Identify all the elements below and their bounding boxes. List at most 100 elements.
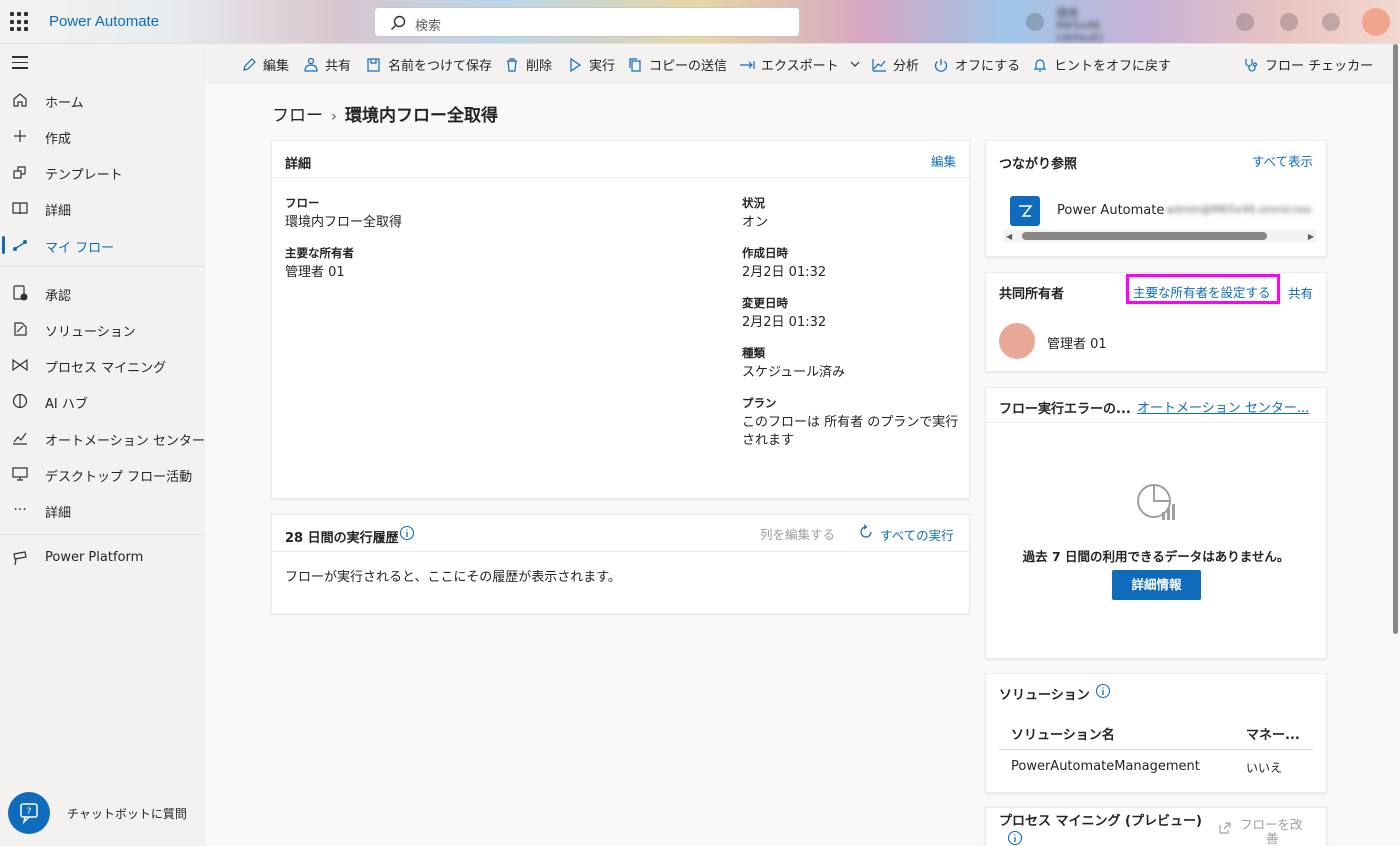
learn-more-button[interactable]: 詳細情報 (1112, 570, 1201, 600)
sidebar-item-power-platform[interactable]: Power Platform (0, 541, 205, 575)
connections-title: つながり参照 (999, 157, 1078, 172)
environment-picker[interactable]: 環境 M65x46 (default) (1056, 8, 1146, 44)
sidebar-item-home[interactable]: ホーム (0, 83, 205, 117)
connection-name[interactable]: Power Automate (1057, 203, 1164, 218)
solution-row-name[interactable]: PowerAutomateManagement (1011, 759, 1200, 774)
pencil-icon (241, 57, 257, 73)
sidebar-item-label: AI ハブ (45, 397, 88, 412)
user-avatar[interactable] (1362, 8, 1390, 36)
type-value: スケジュール済み (742, 365, 846, 380)
automation-center-link[interactable]: オートメーション センター... (1137, 397, 1309, 416)
sidebar-item-label: 作成 (45, 132, 72, 147)
chatbot-button[interactable]: ? (8, 792, 50, 834)
sidebar-item-approvals[interactable]: 承認 (0, 276, 205, 310)
co-owners-share-link[interactable]: 共有 (1288, 283, 1313, 302)
edit-columns-button[interactable]: 列を編集する (760, 524, 835, 543)
sidebar-divider (0, 266, 205, 267)
info-icon[interactable] (399, 525, 415, 545)
sidebar-item-learn[interactable]: 詳細 (0, 191, 205, 225)
export-button-label: エクスポート (761, 59, 839, 74)
hints-button[interactable]: ヒントをオフに戻す (1032, 55, 1171, 74)
column-header-managed[interactable]: マネー... (1246, 724, 1300, 743)
chatbot-label: チャットボットに質問 (67, 807, 187, 821)
more-icon: ··· (13, 502, 27, 518)
created-label: 作成日時 (742, 246, 788, 260)
sidebar-item-more[interactable]: ··· 詳細 (0, 493, 205, 527)
ai-hub-icon (11, 392, 29, 410)
copy-icon (627, 57, 643, 73)
stethoscope-icon (1243, 57, 1259, 73)
scroll-right-icon[interactable]: ▶ (1308, 232, 1314, 241)
turn-off-button[interactable]: オフにする (933, 55, 1020, 74)
edit-button-label: 編集 (263, 59, 290, 74)
analytics-button[interactable]: 分析 (871, 55, 919, 74)
app-title[interactable]: Power Automate (49, 13, 159, 30)
sidebar-item-my-flows[interactable]: マイ フロー (0, 228, 205, 262)
hamburger-menu-icon[interactable] (12, 56, 28, 70)
flow-value: 環境内フロー全取得 (285, 215, 403, 230)
analytics-icon (871, 57, 887, 73)
search-icon (389, 14, 407, 32)
app-launcher-icon[interactable] (10, 12, 30, 32)
run-button-label: 実行 (589, 59, 616, 74)
delete-button[interactable]: 削除 (504, 55, 552, 74)
details-edit-link[interactable]: 編集 (931, 151, 956, 170)
share-button-label: 共有 (325, 59, 352, 74)
scroll-left-icon[interactable]: ◀ (1006, 232, 1012, 241)
improve-flow-button-line2[interactable]: 善 (1266, 828, 1279, 846)
column-header-solution-name[interactable]: ソリューション名 (1011, 724, 1115, 743)
sidebar-item-create[interactable]: 作成 (0, 119, 205, 153)
table-header-divider (999, 749, 1313, 750)
top-bar: Power Automate 検索 環境 M65x46 (default) (0, 0, 1400, 44)
help-icon[interactable] (1322, 13, 1340, 31)
set-primary-owner-link[interactable]: 主要な所有者を設定する (1133, 282, 1271, 301)
avatar (999, 323, 1035, 359)
sidebar-item-templates[interactable]: テンプレート (0, 155, 205, 189)
approval-icon (11, 284, 29, 302)
svg-text:?: ? (27, 807, 32, 817)
environment-icon[interactable] (1026, 13, 1044, 31)
info-icon[interactable] (1007, 830, 1023, 846)
scrollbar-thumb[interactable] (1022, 232, 1267, 240)
top-right-area: 環境 M65x46 (default) (1000, 0, 1400, 44)
sidebar-item-process-mining[interactable]: プロセス マイニング (0, 348, 205, 382)
horizontal-scrollbar[interactable]: ◀ ▶ (1004, 230, 1316, 242)
solution-row-managed: いいえ (1246, 761, 1283, 775)
sidebar-item-automation-center[interactable]: オートメーション センター (0, 421, 205, 455)
breadcrumb-root[interactable]: フロー (272, 106, 323, 126)
sidebar: ホーム 作成 テンプレート 詳細 マイ フロー 承認 ソリューション プロセス … (0, 44, 205, 846)
search-placeholder: 検索 (415, 19, 442, 34)
info-icon[interactable] (1095, 683, 1111, 703)
play-icon (567, 57, 583, 73)
search-box[interactable]: 検索 (374, 7, 800, 37)
send-copy-button[interactable]: コピーの送信 (627, 55, 727, 74)
card-divider (272, 551, 969, 552)
power-platform-icon (11, 549, 29, 567)
chart-icon (11, 429, 29, 447)
sidebar-item-desktop-flow-activity[interactable]: デスクトップ フロー活動 (0, 457, 205, 491)
share-button[interactable]: 共有 (303, 55, 352, 74)
export-button[interactable]: エクスポート (739, 55, 861, 74)
sidebar-item-label: オートメーション センター (45, 434, 205, 449)
run-button[interactable]: 実行 (567, 55, 616, 74)
pie-chart-icon (1135, 482, 1179, 530)
save-as-button[interactable]: 名前をつけて保存 (366, 55, 492, 74)
sidebar-item-solutions[interactable]: ソリューション (0, 312, 205, 346)
page-scrollbar[interactable] (1393, 44, 1398, 634)
run-history-card: 28 日間の実行履歴 列を編集する すべての実行 フローが実行されると、ここにそ… (271, 514, 970, 614)
run-history-title: 28 日間の実行履歴 (285, 531, 399, 546)
status-label: 状況 (742, 196, 765, 210)
show-all-link[interactable]: すべて表示 (1252, 151, 1313, 170)
run-errors-title: フロー実行エラーの... (999, 402, 1131, 417)
all-runs-link[interactable]: すべての実行 (880, 525, 954, 544)
flow-checker-button[interactable]: フロー チェッカー (1243, 55, 1373, 74)
details-card: 詳細 編集 フロー 環境内フロー全取得 主要な所有者 管理者 01 状況 オン … (271, 140, 970, 499)
connection-account: admin@M65x46.onmicrosoft.com (1166, 203, 1311, 216)
edit-button[interactable]: 編集 (241, 55, 290, 74)
environment-name: M65x46 (default) (1056, 19, 1104, 44)
settings-icon[interactable] (1280, 13, 1298, 31)
flow-icon (11, 236, 29, 254)
notifications-icon[interactable] (1236, 13, 1254, 31)
process-mining-card: プロセス マイニング (プレビュー) フローを改 善 (985, 807, 1327, 846)
sidebar-item-ai-hub[interactable]: AI ハブ (0, 384, 205, 418)
